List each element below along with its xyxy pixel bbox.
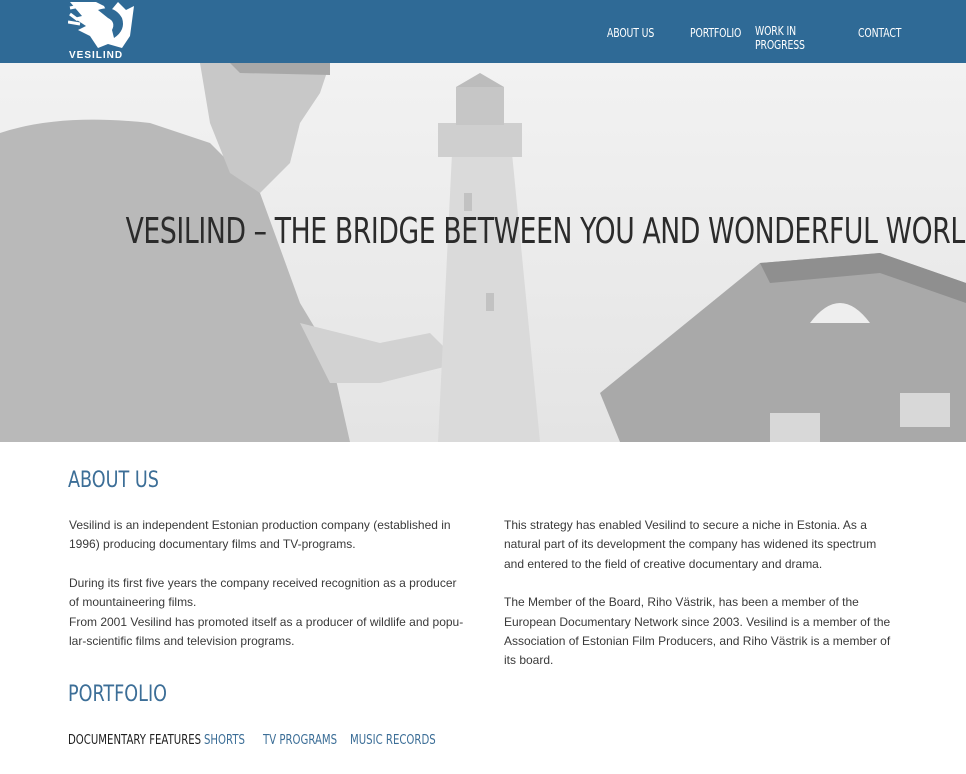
about-left-column: Vesilind is an independent Estonian prod… xyxy=(69,516,464,651)
bird-logo-icon xyxy=(68,2,134,48)
top-bar: VESILIND ABOUT US PORTFOLIO WORK IN PROG… xyxy=(0,0,966,63)
about-paragraph-2a: During its first five years the company … xyxy=(69,575,457,610)
main-nav: ABOUT US PORTFOLIO WORK IN PROGRESS CONT… xyxy=(607,24,901,54)
hero-photo xyxy=(0,63,966,442)
about-paragraph-1: Vesilind is an independent Estonian prod… xyxy=(69,518,451,552)
tab-shorts[interactable]: SHORTS xyxy=(204,733,245,748)
tab-tv-programs[interactable]: TV PROGRAMS xyxy=(263,733,337,748)
about-us-heading: ABOUT US xyxy=(68,468,159,493)
about-paragraph-2b: From 2001 Vesilind has promoted itself a… xyxy=(69,614,464,649)
nav-work-in-progress[interactable]: WORK IN PROGRESS xyxy=(755,24,819,52)
nav-about-us[interactable]: ABOUT US xyxy=(607,26,654,40)
about-paragraph-4: The Member of the Board, Riho Västrik, h… xyxy=(504,595,891,668)
about-right-column: This strategy has enabled Vesilind to se… xyxy=(504,516,899,690)
vesilind-logo[interactable]: VESILIND xyxy=(66,0,134,63)
about-paragraph-3: This strategy has enabled Vesilind to se… xyxy=(504,518,877,571)
nav-contact[interactable]: CONTACT xyxy=(858,26,901,40)
tab-music-records[interactable]: MUSIC RECORDS xyxy=(350,733,436,748)
portfolio-heading: PORTFOLIO xyxy=(68,682,167,707)
nav-portfolio[interactable]: PORTFOLIO xyxy=(690,26,741,40)
portfolio-tabs: DOCUMENTARY FEATURES SHORTS TV PROGRAMS … xyxy=(68,731,436,749)
logo-wordmark: VESILIND xyxy=(69,50,124,61)
hero-banner: VESILIND – THE BRIDGE BETWEEN YOU AND WO… xyxy=(0,63,966,442)
hero-headline: VESILIND – THE BRIDGE BETWEEN YOU AND WO… xyxy=(125,211,966,252)
tab-documentary-features[interactable]: DOCUMENTARY FEATURES xyxy=(68,733,201,748)
